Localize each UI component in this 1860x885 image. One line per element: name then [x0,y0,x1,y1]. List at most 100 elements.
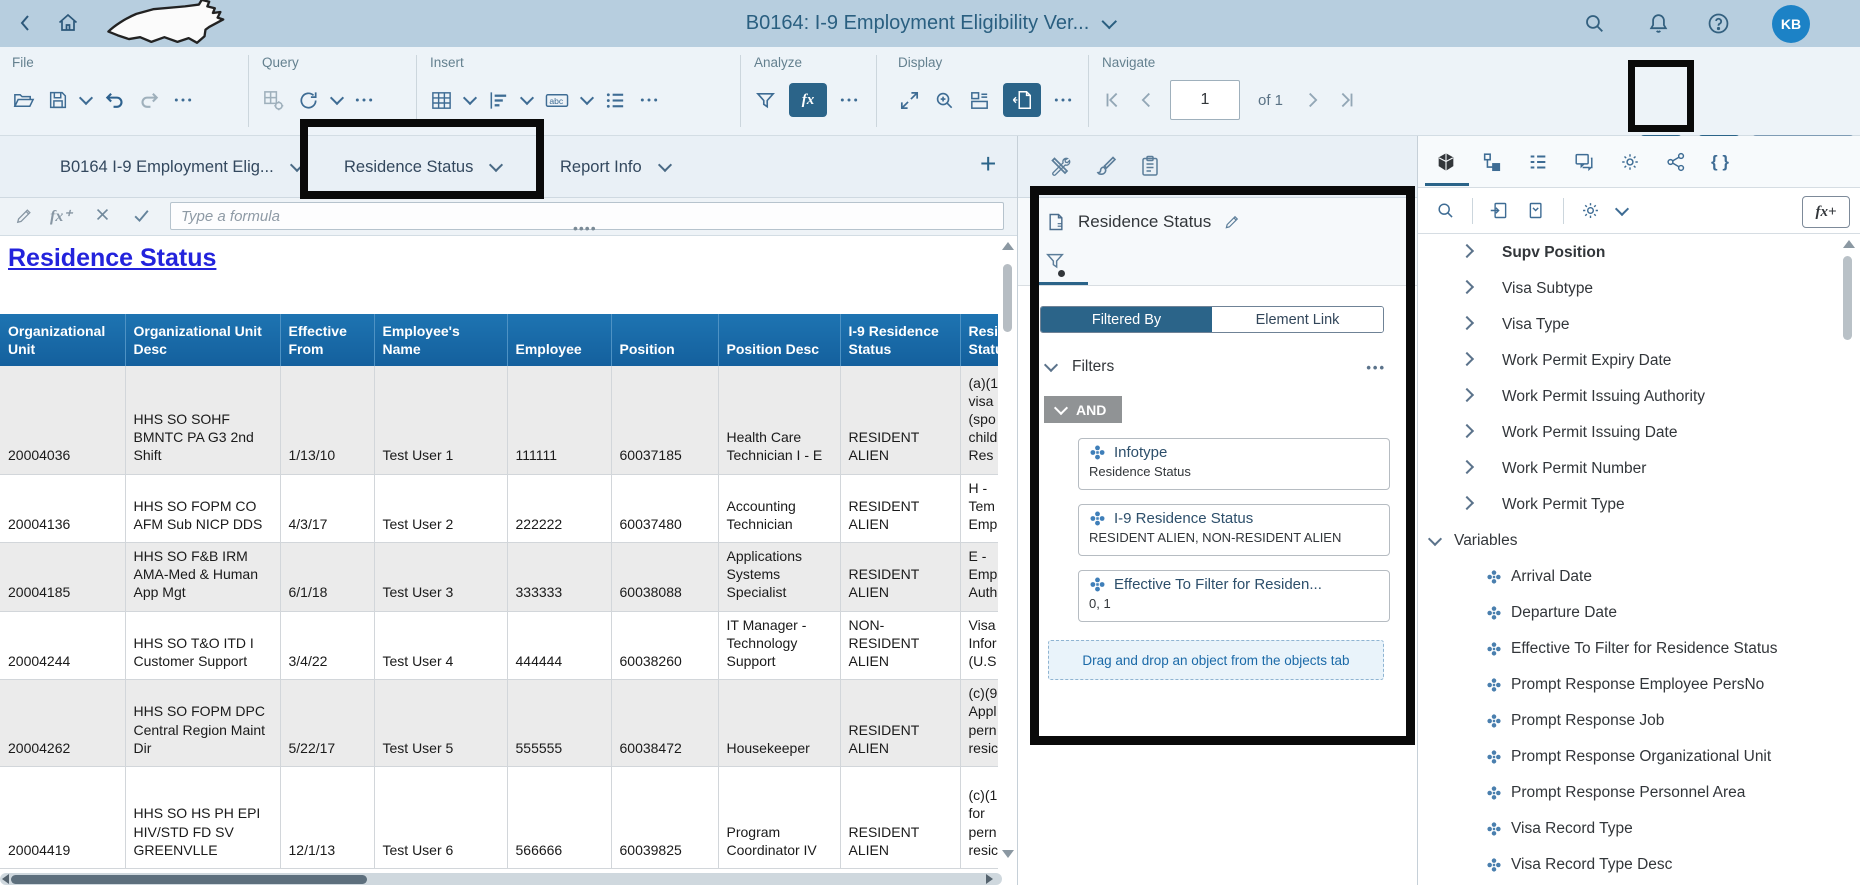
scroll-down-icon[interactable] [1002,850,1014,858]
cell-employee-name[interactable]: Test User 4 [374,611,507,680]
insert-chart-chevron-icon[interactable] [520,91,534,105]
objects-settings-chevron-icon[interactable] [1615,201,1629,215]
fullscreen-icon[interactable] [898,89,921,112]
cell-employee-name[interactable]: Test User 6 [374,766,507,868]
chevron-right-icon[interactable] [1460,496,1474,510]
save-icon[interactable] [47,89,69,111]
column-header[interactable]: Residence Status [960,314,998,366]
cell-i9-status[interactable]: RESIDENT ALIEN [840,543,960,612]
cell-employee[interactable]: 444444 [507,611,611,680]
create-variable-fx-icon[interactable]: fx⁺ [50,206,72,226]
column-header[interactable]: Employee [507,314,611,366]
edit-query-icon[interactable] [262,89,285,112]
cell-org-unit-desc[interactable]: HHS SO HS PH EPI HIV/STD FD SV GREENVLLE [125,766,280,868]
page-structure-icon[interactable] [968,89,991,112]
cell-org-unit-desc[interactable]: HHS SO SOHF BMNTC PA G3 2nd Shift [125,366,280,474]
home-icon[interactable] [56,11,80,35]
insert-text-chevron-icon[interactable] [580,91,594,105]
cell-position-desc[interactable]: Housekeeper [718,680,840,767]
save-menu-chevron-icon[interactable] [79,91,93,105]
tools-icon[interactable] [1048,154,1072,178]
file-more-options-icon[interactable] [173,90,193,110]
column-header[interactable]: Organizational Unit [0,314,125,366]
previous-page-icon[interactable] [1136,89,1158,111]
tree-item-work-permit-type[interactable]: Work Permit Type [1418,487,1860,523]
back-icon[interactable] [14,11,38,35]
column-header[interactable]: Position [611,314,718,366]
chevron-right-icon[interactable] [1460,352,1474,366]
comments-tab-icon[interactable] [1573,151,1595,173]
cell-position[interactable]: 60037480 [611,474,718,543]
paintbrush-icon[interactable] [1094,154,1118,178]
analyze-more-options-icon[interactable] [839,90,859,110]
cell-org-unit-desc[interactable]: HHS SO FOPM CO AFM Sub NICP DDS [125,474,280,543]
tree-variable-arrival-date[interactable]: Arrival Date [1418,559,1860,595]
cell-i9-status[interactable]: RESIDENT ALIEN [840,766,960,868]
vertical-scroll-thumb[interactable] [1003,264,1012,332]
report-table[interactable]: Organizational Unit Organizational Unit … [0,314,998,869]
document-structure-tab-icon[interactable] [1481,151,1503,173]
insert-table-chevron-icon[interactable] [463,91,477,105]
tree-item-work-permit-issuing-authority[interactable]: Work Permit Issuing Authority [1418,379,1860,415]
splitter-drag-handle[interactable]: •••• [573,224,597,232]
cell-org-unit[interactable]: 20004036 [0,366,125,474]
column-header[interactable]: Employee's Name [374,314,507,366]
column-header[interactable]: I-9 Residence Status [840,314,960,366]
cell-org-unit-desc[interactable]: HHS SO T&O ITD I Customer Support [125,611,280,680]
tree-variable-departure-date[interactable]: Departure Date [1418,595,1860,631]
cell-effective-from[interactable]: 5/22/17 [280,680,374,767]
cell-org-unit-desc[interactable]: HHS SO F&B IRM AMA-Med & Human App Mgt [125,543,280,612]
query-more-options-icon[interactable] [354,90,374,110]
open-document-icon[interactable] [12,89,35,112]
cell-position[interactable]: 60038472 [611,680,718,767]
page-number-input[interactable] [1170,80,1240,120]
first-page-icon[interactable] [1102,89,1124,111]
cell-effective-from[interactable]: 1/13/10 [280,366,374,474]
cell-residence-status[interactable]: (c)(9 Appl pern resic [960,680,998,767]
cell-i9-status[interactable]: NON- RESIDENT ALIEN [840,611,960,680]
outline-list-tab-icon[interactable] [1527,151,1549,173]
validate-formula-icon[interactable] [132,206,151,225]
column-header[interactable]: Effective From [280,314,374,366]
cell-residence-status[interactable]: (a)(1 visa (spo child Res [960,366,998,474]
cell-effective-from[interactable]: 6/1/18 [280,543,374,612]
cell-employee-name[interactable]: Test User 2 [374,474,507,543]
last-page-icon[interactable] [1335,89,1357,111]
cell-employee[interactable]: 333333 [507,543,611,612]
filter-funnel-icon[interactable] [754,89,777,112]
tree-folder-variables[interactable]: Variables [1418,523,1860,559]
tree-variable-prompt-response-job[interactable]: Prompt Response Job [1418,703,1860,739]
chevron-right-icon[interactable] [1460,316,1474,330]
scroll-up-icon[interactable] [1002,242,1014,250]
help-icon[interactable] [1706,11,1731,36]
tree-variable-prompt-response-org-unit[interactable]: Prompt Response Organizational Unit [1418,739,1860,775]
tree-variable-effective-to-filter[interactable]: Effective To Filter for Residence Status [1418,631,1860,667]
display-more-options-icon[interactable] [1053,90,1073,110]
cell-employee-name[interactable]: Test User 5 [374,680,507,767]
cell-employee[interactable]: 566666 [507,766,611,868]
cell-i9-status[interactable]: RESIDENT ALIEN [840,366,960,474]
tree-item-work-permit-number[interactable]: Work Permit Number [1418,451,1860,487]
cell-i9-status[interactable]: RESIDENT ALIEN [840,680,960,767]
cell-employee[interactable]: 555555 [507,680,611,767]
cell-position[interactable]: 60039825 [611,766,718,868]
chevron-right-icon[interactable] [1460,424,1474,438]
objects-scroll-up-icon[interactable] [1843,240,1855,248]
objects-scroll-thumb[interactable] [1843,256,1852,340]
cell-employee-name[interactable]: Test User 1 [374,366,507,474]
cell-employee-name[interactable]: Test User 3 [374,543,507,612]
chevron-right-icon[interactable] [1460,388,1474,402]
notifications-bell-icon[interactable] [1646,11,1671,36]
cell-position-desc[interactable]: Health Care Technician I - E [718,366,840,474]
cell-org-unit[interactable]: 20004136 [0,474,125,543]
insert-list-icon[interactable] [604,89,627,112]
tree-variable-prompt-response-employee[interactable]: Prompt Response Employee PersNo [1418,667,1860,703]
cell-org-unit[interactable]: 20004419 [0,766,125,868]
cell-position-desc[interactable]: Applications Systems Specialist [718,543,840,612]
document-title[interactable]: B0164: I-9 Employment Eligibility Ver... [746,0,1115,47]
expand-node-icon[interactable] [1489,200,1510,221]
tree-item-work-permit-expiry-date[interactable]: Work Permit Expiry Date [1418,343,1860,379]
cell-position-desc[interactable]: Program Coordinator IV [718,766,840,868]
tab-report-info-chevron-icon[interactable] [658,158,672,172]
cell-effective-from[interactable]: 3/4/22 [280,611,374,680]
